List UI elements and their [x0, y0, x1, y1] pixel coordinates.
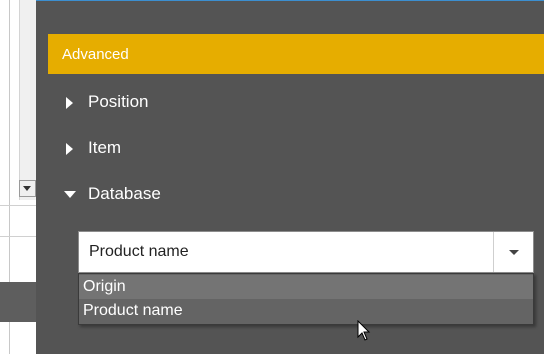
- combobox-dropdown-list: Origin Product name: [78, 273, 534, 325]
- list-selected-row: [0, 282, 36, 322]
- chevron-down-icon[interactable]: [509, 250, 519, 255]
- scroll-down-arrow-icon: [23, 186, 31, 191]
- mouse-cursor-icon: [357, 320, 371, 341]
- triangle-right-icon: [66, 97, 73, 109]
- dropdown-option-label: Product name: [83, 302, 183, 319]
- dropdown-option-label: Origin: [83, 278, 126, 295]
- vertical-scrollbar[interactable]: [19, 0, 37, 200]
- triangle-right-icon: [66, 143, 73, 155]
- advanced-header-label: Advanced: [62, 46, 129, 63]
- list-row-divider: [0, 236, 36, 237]
- database-field-combobox[interactable]: Product name: [78, 231, 534, 273]
- dropdown-option-origin[interactable]: Origin: [79, 275, 533, 299]
- section-item-label: Item: [88, 138, 122, 157]
- panel-top-border: [36, 0, 544, 1]
- list-row-divider: [0, 205, 36, 206]
- section-position-label: Position: [88, 92, 149, 111]
- combobox-separator: [493, 232, 494, 272]
- scroll-down-button[interactable]: [19, 180, 36, 197]
- advanced-header[interactable]: Advanced: [48, 34, 544, 74]
- dropdown-option-product-name[interactable]: Product name: [79, 299, 533, 323]
- combobox-value: Product name: [89, 243, 189, 260]
- triangle-down-icon: [64, 191, 76, 198]
- section-database-label: Database: [88, 184, 161, 203]
